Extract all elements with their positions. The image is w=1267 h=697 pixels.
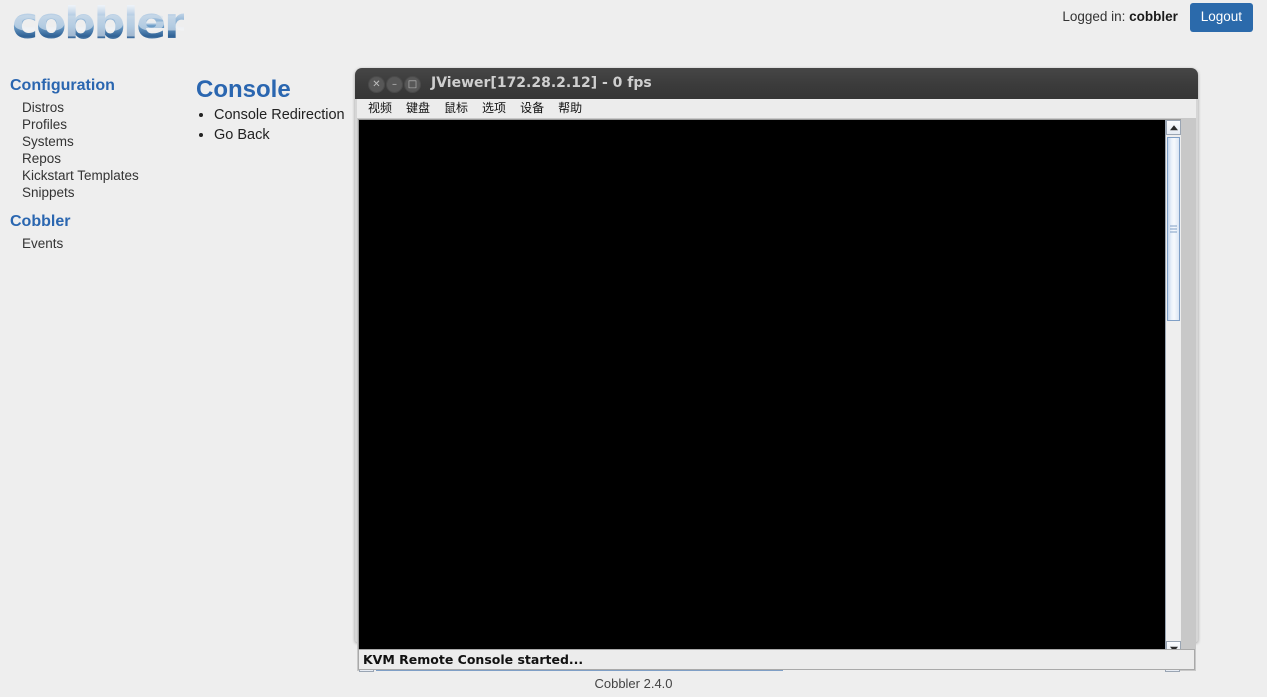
menu-mouse[interactable]: 鼠标 <box>437 99 475 118</box>
sidebar-list-cobbler: Events <box>10 235 185 252</box>
jviewer-body: KVM Remote Console started... <box>357 118 1196 672</box>
scrollbar-grip <box>1170 225 1177 233</box>
jviewer-titlebar[interactable]: ✕ – □ JViewer[172.28.2.12] - 0 fps <box>355 68 1198 99</box>
link-console-redirection[interactable]: Console Redirection <box>214 105 346 125</box>
sidebar-item-profiles[interactable]: Profiles <box>22 116 185 133</box>
menu-help[interactable]: 帮助 <box>551 99 589 118</box>
jviewer-window: ✕ – □ JViewer[172.28.2.12] - 0 fps 视频 键盘鼠… <box>355 68 1198 672</box>
login-status: Logged in: cobbler Logout <box>1062 3 1253 32</box>
page-title: Console <box>196 76 291 103</box>
sidebar-item-systems[interactable]: Systems <box>22 133 185 150</box>
footer-version-text: Cobbler 2.4.0 <box>594 676 673 691</box>
sidebar-item-repos[interactable]: Repos <box>22 150 185 167</box>
sidebar-group-configuration: Configuration Distros Profiles Systems R… <box>10 76 185 201</box>
chevron-up-icon <box>1169 124 1178 130</box>
sidebar-group-cobbler: Cobbler Events <box>10 212 185 252</box>
sidebar-group-title: Configuration <box>10 77 115 94</box>
logo-reflection: cobbler <box>12 8 184 41</box>
vertical-scrollbar[interactable] <box>1165 120 1181 656</box>
maximize-icon[interactable]: □ <box>404 76 421 93</box>
status-message: KVM Remote Console started... <box>363 652 584 667</box>
menu-options[interactable]: 选项 <box>475 99 513 118</box>
minimize-icon[interactable]: – <box>386 76 403 93</box>
page-footer: Cobbler 2.4.0 <box>0 676 1267 691</box>
cobbler-logo: cobbler cobbler <box>12 2 197 66</box>
sidebar-item-snippets[interactable]: Snippets <box>22 184 185 201</box>
close-icon[interactable]: ✕ <box>368 76 385 93</box>
logout-button[interactable]: Logout <box>1189 3 1253 32</box>
logged-in-label: Logged in: <box>1062 9 1126 25</box>
sidebar-list-configuration: Distros Profiles Systems Repos Kickstart… <box>10 99 185 201</box>
sidebar-item-kickstart-templates[interactable]: Kickstart Templates <box>22 167 185 184</box>
remote-console-canvas[interactable] <box>359 120 1165 656</box>
menu-device[interactable]: 设备 <box>513 99 551 118</box>
link-go-back[interactable]: Go Back <box>214 125 346 145</box>
console-action-list: Console Redirection Go Back <box>196 105 346 145</box>
scroll-up-icon[interactable] <box>1166 120 1181 135</box>
sidebar-item-distros[interactable]: Distros <box>22 99 185 116</box>
jviewer-viewport <box>358 119 1181 672</box>
jviewer-menubar: 视频 键盘 鼠标 选项 设备 帮助 <box>357 99 1196 119</box>
logged-in-username: cobbler <box>1129 9 1178 25</box>
main-column: Console Console Redirection Go Back <box>196 76 346 145</box>
menu-video[interactable]: 视频 <box>361 99 399 118</box>
vertical-scrollbar-thumb[interactable] <box>1167 137 1180 321</box>
sidebar-group-title: Cobbler <box>10 213 71 230</box>
sidebar: Configuration Distros Profiles Systems R… <box>10 76 185 252</box>
jviewer-statusbar: KVM Remote Console started... <box>358 649 1195 670</box>
jviewer-title-text: JViewer[172.28.2.12] - 0 fps <box>431 75 652 91</box>
page-header: cobbler cobbler Logged in: cobbler Logou… <box>0 0 1267 68</box>
menu-keyboard[interactable]: 键盘 <box>399 99 437 118</box>
sidebar-item-events[interactable]: Events <box>22 235 185 252</box>
